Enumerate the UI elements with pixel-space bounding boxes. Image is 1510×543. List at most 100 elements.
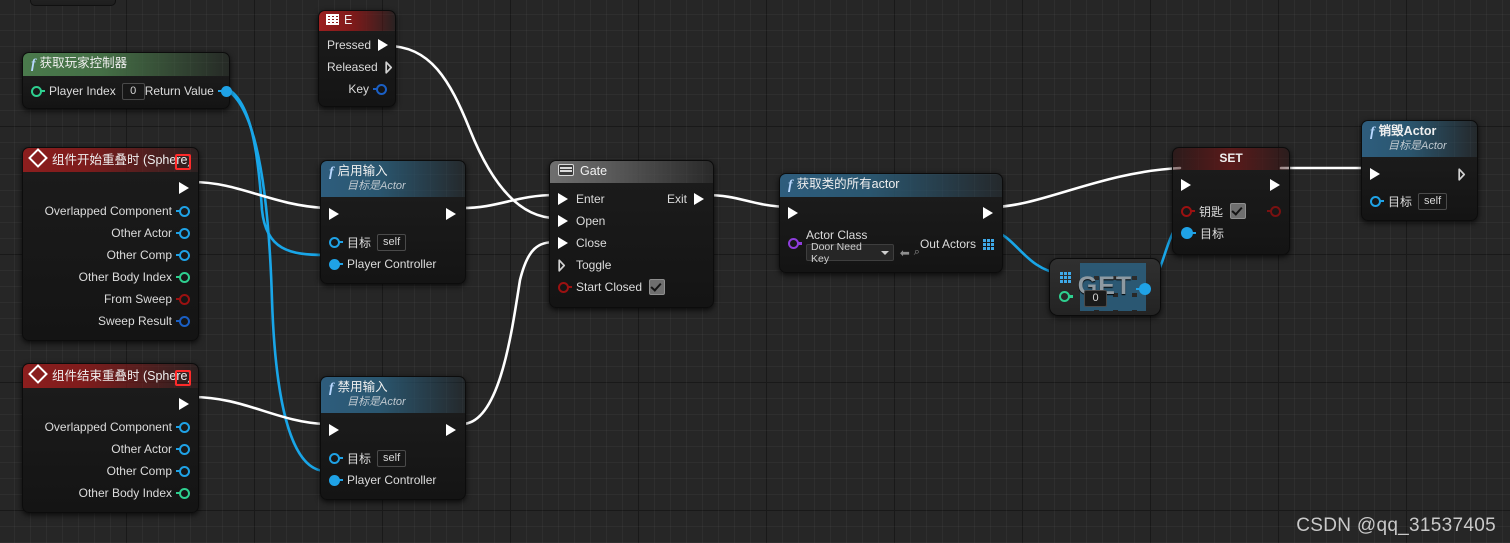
int-pin-icon[interactable]	[31, 85, 45, 97]
stop-event-icon[interactable]	[175, 370, 191, 386]
exec-pin-icon[interactable]	[558, 215, 569, 227]
int-pin-icon[interactable]	[176, 271, 190, 283]
pin-row-exec-out[interactable]	[23, 176, 198, 200]
bool-out-pin-icon[interactable]	[1267, 205, 1281, 217]
object-pin-icon[interactable]	[329, 236, 343, 248]
pin-row-actor-class[interactable]: Actor Class Door Need Key ⬅ ⌕ Out Actors	[780, 224, 1002, 265]
pin-row-key-bool[interactable]: 钥匙	[1173, 200, 1289, 222]
pin-row-exec[interactable]	[1362, 163, 1477, 185]
pin-row-exec[interactable]	[321, 419, 465, 441]
pin-row-exec-out[interactable]	[23, 392, 198, 416]
pin-row-target[interactable]: 目标	[1173, 222, 1289, 244]
exec-out-pin-icon[interactable]	[446, 424, 457, 436]
pin-row-other-comp[interactable]: Other Comp	[23, 244, 198, 266]
object-pin-icon[interactable]	[176, 421, 190, 433]
target-value[interactable]: self	[377, 449, 407, 467]
struct-pin-icon[interactable]	[176, 315, 190, 327]
bool-pin-icon[interactable]	[558, 281, 572, 293]
object-pin-icon[interactable]	[329, 258, 343, 270]
exec-out-pin-icon[interactable]	[446, 208, 457, 220]
object-pin-icon[interactable]	[217, 85, 232, 97]
object-pin-icon[interactable]	[329, 452, 343, 464]
exec-pin-icon[interactable]	[179, 398, 190, 410]
index-pin-icon[interactable]	[1059, 291, 1073, 302]
exec-in-pin-icon[interactable]	[1370, 168, 1381, 180]
pin-row-target[interactable]: 目标 self	[321, 447, 465, 469]
exec-pin-icon[interactable]	[385, 60, 392, 74]
pin-row-other-body-index[interactable]: Other Body Index	[23, 266, 198, 288]
node-set-variable[interactable]: SET 钥匙 目标	[1172, 147, 1290, 255]
pin-row-start-closed[interactable]: Start Closed	[550, 276, 713, 298]
pin-row-open[interactable]: Open	[550, 210, 713, 232]
array-pin-icon[interactable]	[983, 238, 994, 250]
player-index-value[interactable]: 0	[121, 82, 145, 100]
object-pin-icon[interactable]	[176, 443, 190, 455]
pin-row-player-controller[interactable]: Player Controller	[321, 253, 465, 275]
pin-row-target[interactable]: 目标 self	[1362, 190, 1477, 212]
pin-row-overlapped-component[interactable]: Overlapped Component	[23, 200, 198, 222]
exec-pin-icon[interactable]	[694, 193, 705, 205]
pin-row-player-index[interactable]: Player Index 0 Return Value	[23, 80, 232, 102]
object-pin-icon[interactable]	[176, 465, 190, 477]
array-in-pin-icon[interactable]	[1060, 272, 1071, 283]
element-out-pin-icon[interactable]	[1136, 283, 1151, 295]
pin-row-from-sweep[interactable]: From Sweep	[23, 288, 198, 310]
target-value[interactable]: self	[1418, 192, 1448, 210]
back-arrow-icon[interactable]: ⬅	[900, 246, 910, 260]
pin-row-other-actor[interactable]: Other Actor	[23, 438, 198, 460]
target-value[interactable]: self	[377, 233, 407, 251]
exec-pin-icon[interactable]	[558, 237, 569, 249]
exec-out-pin-icon[interactable]	[983, 207, 994, 219]
node-get-player-controller[interactable]: f 获取玩家控制器 Player Index 0 Return Value	[22, 52, 232, 109]
node-get-all-actors-of-class[interactable]: f获取类的所有actor Actor Class Door Need Key	[779, 173, 1003, 273]
exec-pin-icon[interactable]	[378, 39, 388, 51]
node-destroy-actor[interactable]: f 销毁Actor 目标是Actor 目标 self	[1361, 120, 1478, 221]
object-pin-icon[interactable]	[1181, 227, 1196, 239]
pin-row-player-controller[interactable]: Player Controller	[321, 469, 465, 491]
node-get-array-element[interactable]: GET 0	[1049, 258, 1161, 316]
pin-row-target[interactable]: 目标 self	[321, 231, 465, 253]
pin-row-sweep-result[interactable]: Sweep Result	[23, 310, 198, 332]
exec-in-pin-icon[interactable]	[329, 208, 340, 220]
blueprint-canvas[interactable]: f 获取玩家控制器 Player Index 0 Return Value E P…	[0, 0, 1510, 543]
struct-pin-icon[interactable]	[373, 83, 387, 95]
stop-event-icon[interactable]	[175, 154, 191, 170]
exec-pin-icon[interactable]	[558, 193, 569, 205]
bool-pin-icon[interactable]	[1181, 205, 1195, 217]
pin-row-close[interactable]: Close	[550, 232, 713, 254]
object-pin-icon[interactable]	[176, 205, 190, 217]
class-pin-icon[interactable]	[788, 238, 802, 249]
key-checkbox[interactable]	[1230, 203, 1247, 219]
pin-row-pressed[interactable]: Pressed	[319, 34, 395, 56]
node-key-event-e[interactable]: E Pressed Released Key	[318, 10, 396, 107]
exec-in-pin-icon[interactable]	[329, 424, 340, 436]
node-component-begin-overlap[interactable]: 组件开始重叠时 (Sphere) Overlapped Component Ot…	[22, 147, 199, 341]
pin-row-exec[interactable]	[780, 202, 1002, 224]
node-gate[interactable]: Gate Enter Exit Open Close Toggle Start …	[549, 160, 714, 308]
object-pin-icon[interactable]	[176, 249, 190, 261]
start-closed-checkbox[interactable]	[649, 279, 666, 295]
pin-row-enter-exit[interactable]: Enter Exit	[550, 188, 713, 210]
exec-in-pin-icon[interactable]	[1181, 179, 1192, 191]
node-disable-input[interactable]: f 禁用输入 目标是Actor 目标 self Player Controller	[320, 376, 466, 500]
pin-row-other-actor[interactable]: Other Actor	[23, 222, 198, 244]
object-pin-icon[interactable]	[329, 474, 343, 486]
pin-row-other-comp[interactable]: Other Comp	[23, 460, 198, 482]
int-pin-icon[interactable]	[176, 487, 190, 499]
pin-row-toggle[interactable]: Toggle	[550, 254, 713, 276]
exec-pin-icon[interactable]	[558, 258, 569, 272]
bool-pin-icon[interactable]	[176, 293, 190, 305]
chevron-down-icon[interactable]	[880, 250, 889, 255]
node-enable-input[interactable]: f 启用输入 目标是Actor 目标 self Player Controller	[320, 160, 466, 284]
pin-row-exec[interactable]	[1173, 174, 1289, 196]
pin-row-released[interactable]: Released	[319, 56, 395, 78]
pin-row-other-body-index[interactable]: Other Body Index	[23, 482, 198, 504]
object-pin-icon[interactable]	[1370, 195, 1384, 207]
pin-row-overlapped-component[interactable]: Overlapped Component	[23, 416, 198, 438]
pin-row-exec[interactable]	[321, 203, 465, 225]
array-index-value[interactable]: 0	[1084, 290, 1107, 307]
exec-in-pin-icon[interactable]	[788, 207, 799, 219]
exec-pin-icon[interactable]	[179, 182, 190, 194]
node-component-end-overlap[interactable]: 组件结束重叠时 (Sphere) Overlapped Component Ot…	[22, 363, 199, 513]
object-pin-icon[interactable]	[176, 227, 190, 239]
